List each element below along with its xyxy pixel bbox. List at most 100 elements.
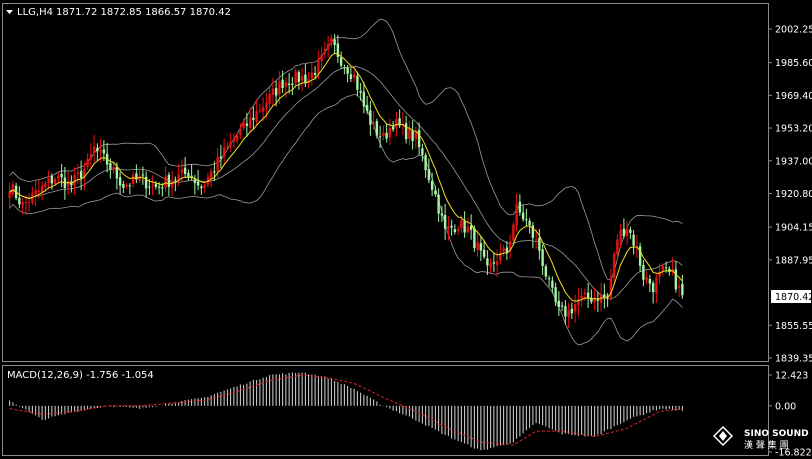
candle-body — [200, 186, 203, 189]
current-price-label: 1870.42 — [775, 292, 812, 303]
candle-body — [404, 123, 408, 140]
price-axis: 2002.25 1985.60 1969.40 1953.20 1937.00 1920.… — [768, 25, 812, 365]
candle-body — [648, 279, 652, 284]
candle-body — [440, 213, 444, 216]
candle-body — [66, 180, 70, 187]
candle-body — [76, 172, 80, 175]
candle-body — [44, 183, 47, 187]
dropdown-arrow-icon[interactable] — [6, 10, 13, 14]
candle-body — [642, 264, 645, 280]
candle-body — [492, 262, 496, 264]
candle-body — [437, 194, 440, 214]
candle-body — [304, 74, 307, 84]
candle-body — [196, 181, 200, 186]
candle-body — [268, 94, 271, 104]
trading-chart[interactable]: 2002.25 1985.60 1969.40 1953.20 1937.00 1920.… — [0, 0, 812, 459]
candle-body — [258, 110, 262, 112]
candle-body — [235, 134, 239, 141]
candle-body — [154, 184, 158, 187]
candle-body — [356, 75, 359, 90]
candle-body — [18, 197, 21, 205]
candle-body — [115, 166, 119, 179]
candle-body — [421, 148, 424, 155]
candle-body — [333, 39, 336, 45]
candle-body — [96, 147, 99, 152]
candle-body — [177, 174, 180, 180]
candle-body — [27, 201, 31, 203]
candle-body — [645, 277, 648, 281]
candle-body — [37, 190, 41, 192]
candle-body — [424, 155, 427, 171]
candle-body — [430, 180, 434, 190]
candle-body — [34, 190, 37, 195]
candle-body — [24, 201, 28, 204]
candle-body — [11, 184, 15, 194]
candle-body — [443, 215, 447, 229]
candle-body — [317, 59, 320, 75]
candle-body — [265, 103, 268, 109]
candle-body — [274, 88, 278, 96]
price-tick-label: 1920.80 — [775, 189, 812, 200]
candle-body — [131, 175, 135, 184]
candle-body — [456, 228, 460, 231]
candle-body — [502, 248, 505, 251]
candle-body — [148, 186, 151, 188]
candle-body — [512, 224, 515, 241]
candle-body — [99, 149, 102, 153]
candle-body — [382, 132, 385, 137]
candle-body — [138, 175, 141, 181]
candle-body — [92, 146, 96, 154]
candle-body — [476, 242, 479, 250]
candle-body — [395, 119, 398, 129]
candle-body — [580, 295, 583, 299]
candle-body — [157, 186, 161, 188]
candle-body — [21, 201, 24, 206]
candle-body — [167, 174, 171, 187]
candle-body — [486, 258, 489, 266]
candle-body — [560, 305, 564, 307]
candle-body — [8, 192, 11, 199]
candle-body — [343, 67, 346, 69]
candle-body — [668, 268, 671, 272]
candle-body — [291, 83, 294, 85]
candle-body — [391, 126, 395, 130]
upper-band — [9, 18, 683, 281]
candle-body — [330, 37, 333, 44]
candle-body — [47, 178, 50, 183]
candle-body — [651, 283, 655, 293]
candle-body — [385, 132, 388, 139]
symbol-label: LLG,H4 — [17, 7, 53, 18]
candle-body — [629, 229, 632, 233]
candle-body — [284, 82, 288, 88]
candle-body — [352, 74, 356, 78]
candle-body — [369, 110, 372, 125]
candle-body — [434, 190, 437, 195]
candle-body — [102, 149, 106, 154]
candle-body — [411, 130, 414, 141]
candle-body — [271, 88, 275, 96]
candle-body — [674, 269, 678, 290]
candle-body — [248, 117, 252, 128]
candle-body — [453, 229, 457, 233]
candle-body — [141, 174, 145, 176]
candle-body — [534, 239, 538, 241]
lower-band — [9, 93, 683, 346]
candle-body — [245, 123, 249, 126]
candle-body — [664, 267, 668, 269]
middle-band — [9, 66, 683, 300]
candle-body — [40, 185, 44, 192]
candle-body — [557, 300, 561, 307]
price-tick-label: 1969.40 — [775, 91, 812, 102]
candle-body — [349, 74, 353, 79]
candle-body — [612, 254, 616, 279]
price-tick-label: 1839.35 — [775, 354, 812, 365]
price-tick-label: 2002.25 — [775, 25, 812, 36]
candle-body — [229, 141, 232, 146]
candle-body — [193, 179, 197, 184]
candle-body — [60, 173, 63, 178]
candle-body — [281, 79, 284, 88]
price-tick-label: 1904.15 — [775, 223, 812, 234]
candle-body — [596, 299, 600, 301]
candle-body — [226, 146, 229, 148]
candle-body — [518, 201, 522, 213]
